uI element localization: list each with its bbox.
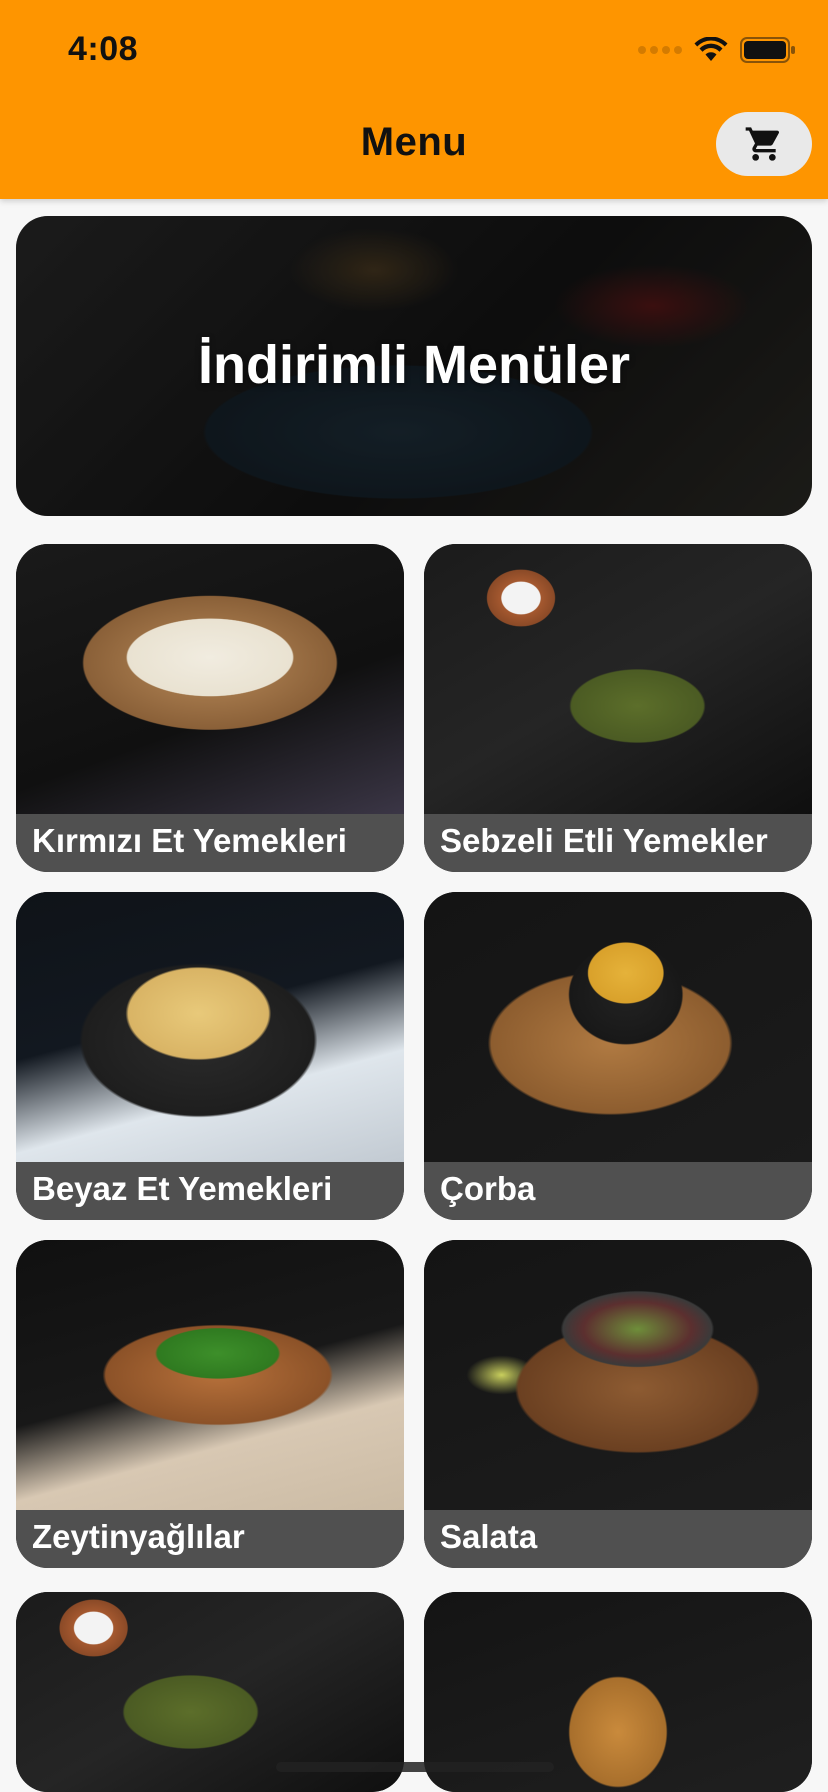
status-indicators — [638, 33, 796, 67]
category-card[interactable]: Çorba — [424, 892, 812, 1220]
page-title: Menu — [360, 120, 468, 164]
category-image — [16, 1240, 404, 1510]
category-label: Zeytinyağlılar — [32, 1518, 245, 1555]
category-image — [16, 544, 404, 814]
navigation-header: 4:08 Menu — [0, 0, 828, 199]
category-label: Sebzeli Etli Yemekler — [440, 822, 768, 859]
category-card[interactable]: Sebzeli Etli Yemekler — [424, 544, 812, 872]
category-card[interactable]: Salata — [424, 1240, 812, 1568]
wifi-icon — [694, 37, 728, 61]
cellular-signal-icon — [638, 46, 682, 54]
banner-title: İndirimli Menüler — [197, 335, 631, 395]
shopping-cart-icon — [745, 127, 780, 161]
battery-icon — [740, 37, 795, 63]
discount-menus-banner[interactable]: İndirimli Menüler — [16, 216, 812, 516]
category-image — [424, 544, 812, 814]
cart-button[interactable] — [716, 112, 812, 176]
category-card[interactable]: Beyaz Et Yemekleri — [16, 892, 404, 1220]
home-indicator — [276, 1762, 554, 1772]
category-label: Salata — [440, 1518, 538, 1555]
category-label: Beyaz Et Yemekleri — [32, 1170, 333, 1207]
category-label: Kırmızı Et Yemekleri — [32, 822, 347, 859]
category-image — [16, 892, 404, 1162]
category-label: Çorba — [440, 1170, 536, 1207]
category-image — [424, 1240, 812, 1510]
category-card[interactable]: Zeytinyağlılar — [16, 1240, 404, 1568]
category-image — [424, 892, 812, 1162]
category-card[interactable]: Kırmızı Et Yemekleri — [16, 544, 404, 872]
status-time: 4:08 — [68, 30, 139, 68]
